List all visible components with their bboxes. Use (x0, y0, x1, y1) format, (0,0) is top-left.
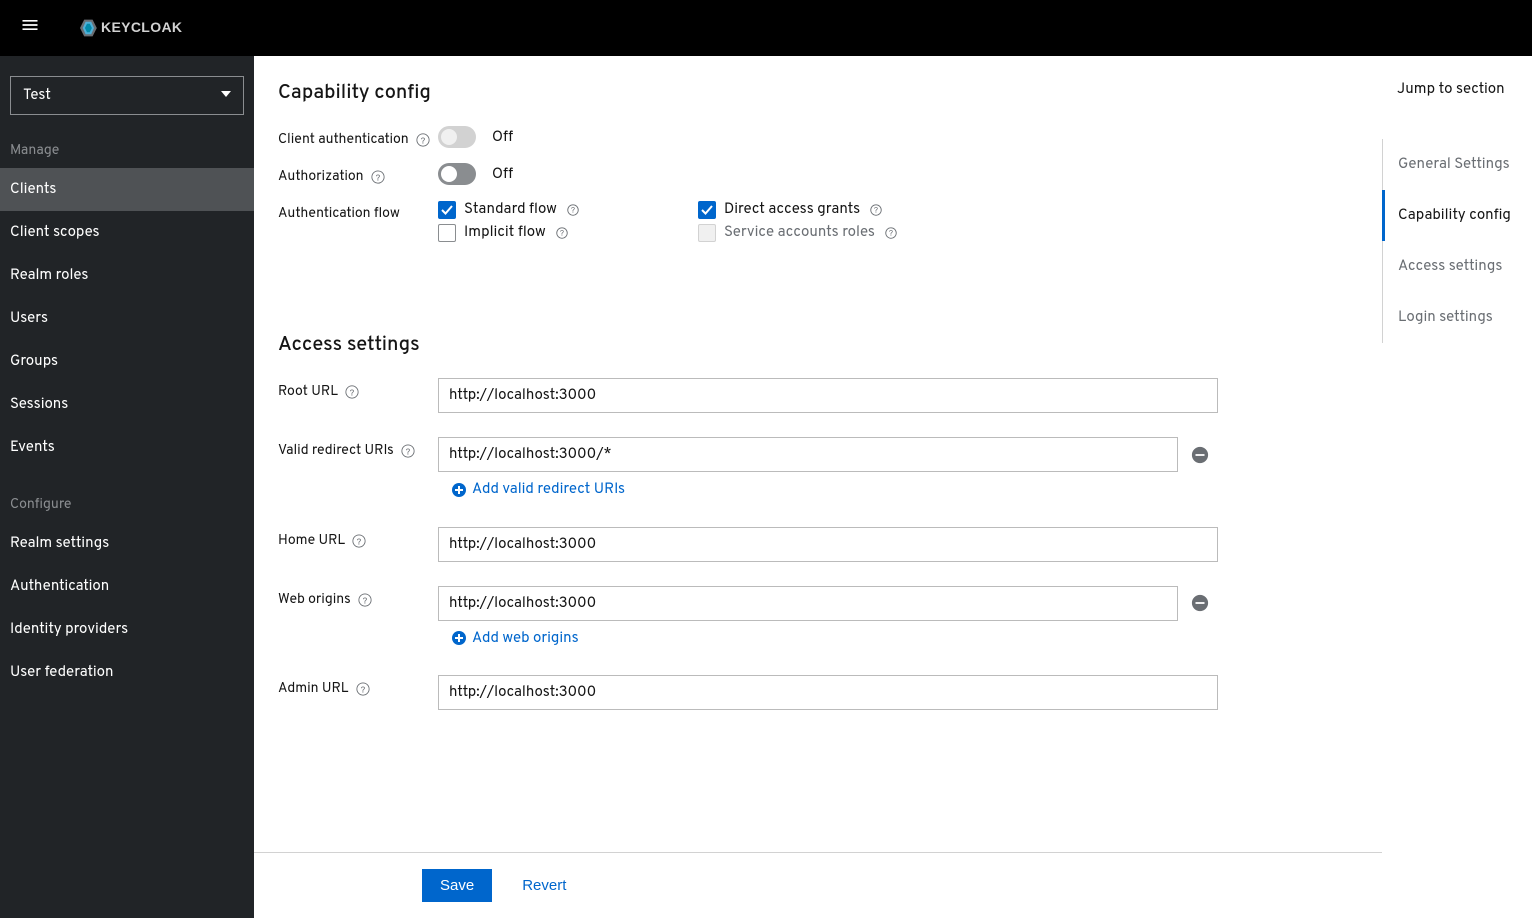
svg-text:?: ? (350, 389, 355, 400)
sidebar-item-client-scopes[interactable]: Client scopes (0, 211, 254, 254)
add-redirect-text: Add valid redirect URIs (472, 480, 625, 499)
service-accounts-label: Service accounts roles (724, 223, 875, 242)
add-web-origin-text: Add web origins (472, 629, 579, 648)
menu-toggle-button[interactable] (20, 15, 40, 41)
caret-down-icon (221, 86, 231, 105)
realm-name: Test (23, 86, 51, 105)
sidebar-item-groups[interactable]: Groups (0, 340, 254, 383)
capability-config-title: Capability config (278, 80, 1358, 106)
help-icon[interactable]: ? (554, 225, 570, 241)
svg-text:?: ? (420, 137, 425, 148)
direct-access-label: Direct access grants (724, 200, 860, 219)
client-auth-value: Off (492, 128, 513, 147)
svg-text:?: ? (889, 229, 893, 239)
direct-access-checkbox[interactable] (698, 201, 716, 219)
sidebar: Test Manage Clients Client scopes Realm … (0, 56, 254, 918)
admin-url-input[interactable] (438, 675, 1218, 710)
svg-text:?: ? (362, 596, 367, 607)
sidebar-section-configure: Configure (0, 489, 254, 522)
app-header: KEYCLOAK (0, 0, 1532, 56)
redirect-uris-label: Valid redirect URIs (278, 443, 394, 460)
sidebar-item-users[interactable]: Users (0, 297, 254, 340)
help-icon[interactable]: ? (565, 202, 581, 218)
help-icon[interactable]: ? (415, 132, 431, 148)
help-icon[interactable]: ? (351, 533, 367, 549)
brand-logo: KEYCLOAK (80, 16, 220, 40)
main-content: Capability config Client authentication … (254, 56, 1532, 918)
implicit-flow-label: Implicit flow (464, 223, 546, 242)
access-settings-title: Access settings (278, 332, 1358, 358)
add-web-origin-link[interactable]: Add web origins (438, 621, 593, 648)
sidebar-item-identity-providers[interactable]: Identity providers (0, 608, 254, 651)
home-url-input[interactable] (438, 527, 1218, 562)
web-origins-label: Web origins (278, 592, 351, 609)
sidebar-item-sessions[interactable]: Sessions (0, 383, 254, 426)
plus-circle-icon (452, 483, 466, 497)
save-button[interactable]: Save (422, 869, 492, 902)
client-auth-label: Client authentication (278, 132, 409, 149)
svg-text:?: ? (357, 537, 362, 548)
standard-flow-checkbox[interactable] (438, 201, 456, 219)
standard-flow-label: Standard flow (464, 200, 557, 219)
sidebar-item-authentication[interactable]: Authentication (0, 565, 254, 608)
authorization-switch[interactable] (438, 163, 476, 185)
remove-web-origin-button[interactable] (1190, 593, 1210, 613)
sidebar-item-realm-roles[interactable]: Realm roles (0, 254, 254, 297)
plus-circle-icon (452, 631, 466, 645)
action-footer: Save Revert (254, 852, 1382, 918)
svg-text:?: ? (560, 229, 564, 239)
realm-selector[interactable]: Test (10, 76, 244, 115)
revert-button[interactable]: Revert (522, 877, 566, 894)
jump-title: Jump to section (1382, 80, 1532, 99)
authorization-value: Off (492, 165, 513, 184)
sidebar-item-clients[interactable]: Clients (0, 168, 254, 211)
root-url-input[interactable] (438, 378, 1218, 413)
jump-access-settings[interactable]: Access settings (1383, 241, 1532, 292)
root-url-label: Root URL (278, 384, 338, 401)
hamburger-icon (20, 15, 40, 35)
home-url-label: Home URL (278, 533, 345, 550)
implicit-flow-checkbox[interactable] (438, 224, 456, 242)
jump-to-section: Jump to section General Settings Capabil… (1382, 56, 1532, 918)
jump-capability-config[interactable]: Capability config (1383, 190, 1532, 241)
svg-text:?: ? (571, 206, 575, 216)
sidebar-item-user-federation[interactable]: User federation (0, 651, 254, 694)
help-icon[interactable]: ? (355, 681, 371, 697)
help-icon[interactable]: ? (344, 384, 360, 400)
sidebar-item-realm-settings[interactable]: Realm settings (0, 522, 254, 565)
sidebar-item-events[interactable]: Events (0, 426, 254, 469)
add-redirect-link[interactable]: Add valid redirect URIs (438, 472, 639, 499)
help-icon[interactable]: ? (400, 443, 416, 459)
sidebar-section-manage: Manage (0, 135, 254, 168)
svg-text:?: ? (874, 206, 878, 216)
remove-redirect-button[interactable] (1190, 445, 1210, 465)
auth-flow-label: Authentication flow (278, 206, 400, 223)
redirect-uri-input[interactable] (438, 437, 1178, 472)
admin-url-label: Admin URL (278, 681, 349, 698)
help-icon[interactable]: ? (357, 592, 373, 608)
help-icon[interactable]: ? (370, 169, 386, 185)
jump-login-settings[interactable]: Login settings (1383, 292, 1532, 343)
help-icon[interactable]: ? (868, 202, 884, 218)
service-accounts-checkbox (698, 224, 716, 242)
help-icon[interactable]: ? (883, 225, 899, 241)
client-auth-switch[interactable] (438, 126, 476, 148)
authorization-label: Authorization (278, 169, 364, 186)
web-origins-input[interactable] (438, 586, 1178, 621)
brand-text: KEYCLOAK (101, 19, 182, 35)
svg-text:?: ? (360, 686, 365, 697)
jump-general-settings[interactable]: General Settings (1383, 139, 1532, 190)
svg-text:?: ? (375, 174, 380, 185)
svg-text:?: ? (405, 448, 410, 459)
